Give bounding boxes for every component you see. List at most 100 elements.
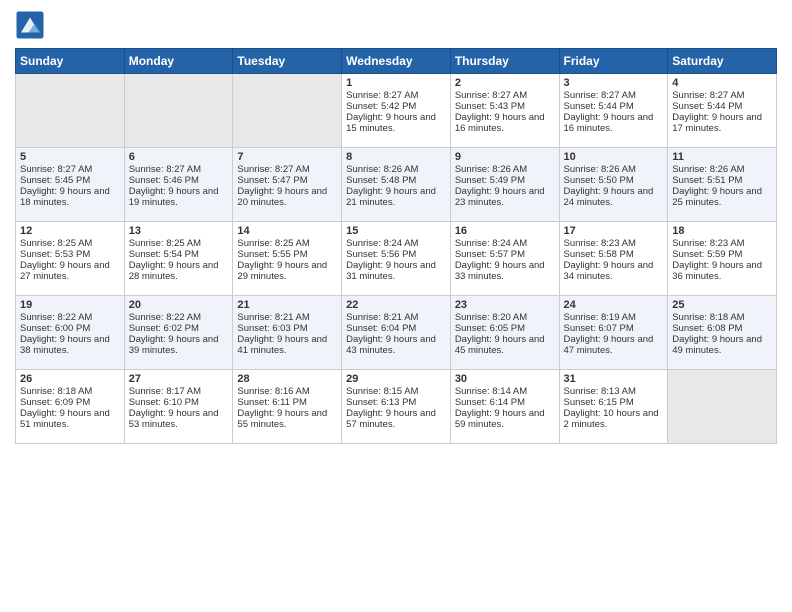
day-number: 27	[129, 373, 229, 385]
sunrise-time: Sunrise: 8:27 AM	[237, 164, 309, 175]
sunrise-time: Sunrise: 8:14 AM	[455, 386, 527, 397]
calendar-week-1: 1Sunrise: 8:27 AMSunset: 5:42 PMDaylight…	[16, 74, 777, 148]
day-cell-2: 2Sunrise: 8:27 AMSunset: 5:43 PMDaylight…	[450, 74, 559, 148]
col-header-sunday: Sunday	[16, 49, 125, 74]
daylight-hours: Daylight: 9 hours and 57 minutes.	[346, 408, 436, 430]
empty-cell	[16, 74, 125, 148]
day-cell-30: 30Sunrise: 8:14 AMSunset: 6:14 PMDayligh…	[450, 370, 559, 444]
daylight-hours: Daylight: 9 hours and 36 minutes.	[672, 260, 762, 282]
daylight-hours: Daylight: 9 hours and 49 minutes.	[672, 334, 762, 356]
sunrise-time: Sunrise: 8:24 AM	[455, 238, 527, 249]
sunset-time: Sunset: 5:57 PM	[455, 249, 525, 260]
daylight-hours: Daylight: 9 hours and 24 minutes.	[564, 186, 654, 208]
calendar-week-3: 12Sunrise: 8:25 AMSunset: 5:53 PMDayligh…	[16, 222, 777, 296]
day-cell-25: 25Sunrise: 8:18 AMSunset: 6:08 PMDayligh…	[668, 296, 777, 370]
calendar-header-row: SundayMondayTuesdayWednesdayThursdayFrid…	[16, 49, 777, 74]
day-cell-29: 29Sunrise: 8:15 AMSunset: 6:13 PMDayligh…	[342, 370, 451, 444]
daylight-hours: Daylight: 9 hours and 47 minutes.	[564, 334, 654, 356]
day-cell-8: 8Sunrise: 8:26 AMSunset: 5:48 PMDaylight…	[342, 148, 451, 222]
day-number: 13	[129, 225, 229, 237]
sunrise-time: Sunrise: 8:26 AM	[672, 164, 744, 175]
daylight-hours: Daylight: 9 hours and 25 minutes.	[672, 186, 762, 208]
calendar-table: SundayMondayTuesdayWednesdayThursdayFrid…	[15, 48, 777, 444]
sunrise-time: Sunrise: 8:23 AM	[564, 238, 636, 249]
sunset-time: Sunset: 5:59 PM	[672, 249, 742, 260]
daylight-hours: Daylight: 9 hours and 15 minutes.	[346, 112, 436, 134]
day-cell-7: 7Sunrise: 8:27 AMSunset: 5:47 PMDaylight…	[233, 148, 342, 222]
day-cell-12: 12Sunrise: 8:25 AMSunset: 5:53 PMDayligh…	[16, 222, 125, 296]
sunset-time: Sunset: 6:03 PM	[237, 323, 307, 334]
sunset-time: Sunset: 5:51 PM	[672, 175, 742, 186]
day-cell-11: 11Sunrise: 8:26 AMSunset: 5:51 PMDayligh…	[668, 148, 777, 222]
sunrise-time: Sunrise: 8:18 AM	[672, 312, 744, 323]
sunset-time: Sunset: 5:47 PM	[237, 175, 307, 186]
day-cell-1: 1Sunrise: 8:27 AMSunset: 5:42 PMDaylight…	[342, 74, 451, 148]
daylight-hours: Daylight: 9 hours and 43 minutes.	[346, 334, 436, 356]
day-number: 20	[129, 299, 229, 311]
sunset-time: Sunset: 6:05 PM	[455, 323, 525, 334]
sunrise-time: Sunrise: 8:25 AM	[237, 238, 309, 249]
sunset-time: Sunset: 5:45 PM	[20, 175, 90, 186]
daylight-hours: Daylight: 9 hours and 34 minutes.	[564, 260, 654, 282]
day-number: 6	[129, 151, 229, 163]
sunrise-time: Sunrise: 8:22 AM	[129, 312, 201, 323]
sunset-time: Sunset: 5:55 PM	[237, 249, 307, 260]
sunset-time: Sunset: 6:02 PM	[129, 323, 199, 334]
sunset-time: Sunset: 5:46 PM	[129, 175, 199, 186]
daylight-hours: Daylight: 9 hours and 53 minutes.	[129, 408, 219, 430]
day-cell-6: 6Sunrise: 8:27 AMSunset: 5:46 PMDaylight…	[124, 148, 233, 222]
day-number: 11	[672, 151, 772, 163]
empty-cell	[124, 74, 233, 148]
sunrise-time: Sunrise: 8:20 AM	[455, 312, 527, 323]
day-number: 30	[455, 373, 555, 385]
header	[15, 10, 777, 40]
sunrise-time: Sunrise: 8:19 AM	[564, 312, 636, 323]
day-number: 21	[237, 299, 337, 311]
calendar-week-4: 19Sunrise: 8:22 AMSunset: 6:00 PMDayligh…	[16, 296, 777, 370]
day-cell-5: 5Sunrise: 8:27 AMSunset: 5:45 PMDaylight…	[16, 148, 125, 222]
calendar-week-2: 5 Sunrise: 8:27 AM Sunset: 5:45 PM Daylight…	[16, 148, 777, 222]
sunset-time: Sunset: 5:48 PM	[346, 175, 416, 186]
empty-cell	[668, 370, 777, 444]
col-header-tuesday: Tuesday	[233, 49, 342, 74]
day-number: 18	[672, 225, 772, 237]
day-cell-21: 21Sunrise: 8:21 AMSunset: 6:03 PMDayligh…	[233, 296, 342, 370]
day-number: 9	[455, 151, 555, 163]
day-cell-9: 9Sunrise: 8:26 AMSunset: 5:49 PMDaylight…	[450, 148, 559, 222]
day-number: 17	[564, 225, 664, 237]
sunrise-time: Sunrise: 8:17 AM	[129, 386, 201, 397]
daylight-hours: Daylight: 10 hours and 2 minutes.	[564, 408, 659, 430]
daylight-hours: Daylight: 9 hours and 59 minutes.	[455, 408, 545, 430]
sunset-time: Sunset: 5:56 PM	[346, 249, 416, 260]
daylight-hours: Daylight: 9 hours and 23 minutes.	[455, 186, 545, 208]
col-header-saturday: Saturday	[668, 49, 777, 74]
sunrise-time: Sunrise: 8:27 AM	[672, 90, 744, 101]
sunrise-time: Sunrise: 8:21 AM	[237, 312, 309, 323]
sunset-time: Sunset: 5:43 PM	[455, 101, 525, 112]
day-number: 15	[346, 225, 446, 237]
day-number: 5	[20, 151, 120, 163]
day-number: 12	[20, 225, 120, 237]
day-cell-20: 20Sunrise: 8:22 AMSunset: 6:02 PMDayligh…	[124, 296, 233, 370]
daylight-hours: Daylight: 9 hours and 41 minutes.	[237, 334, 327, 356]
sunrise-time: Sunrise: 8:23 AM	[672, 238, 744, 249]
daylight-hours: Daylight: 9 hours and 21 minutes.	[346, 186, 436, 208]
day-number: 25	[672, 299, 772, 311]
day-number: 7	[237, 151, 337, 163]
day-number: 4	[672, 77, 772, 89]
day-cell-18: 18Sunrise: 8:23 AMSunset: 5:59 PMDayligh…	[668, 222, 777, 296]
daylight-hours: Daylight: 9 hours and 16 minutes.	[455, 112, 545, 134]
sunset-time: Sunset: 6:10 PM	[129, 397, 199, 408]
col-header-thursday: Thursday	[450, 49, 559, 74]
sunrise-time: Sunrise: 8:26 AM	[346, 164, 418, 175]
day-cell-28: 28Sunrise: 8:16 AMSunset: 6:11 PMDayligh…	[233, 370, 342, 444]
sunset-time: Sunset: 5:42 PM	[346, 101, 416, 112]
day-cell-22: 22Sunrise: 8:21 AMSunset: 6:04 PMDayligh…	[342, 296, 451, 370]
daylight-hours: Daylight: 9 hours and 20 minutes.	[237, 186, 327, 208]
sunrise-time: Sunrise: 8:26 AM	[455, 164, 527, 175]
sunset-time: Sunset: 5:58 PM	[564, 249, 634, 260]
day-number: 24	[564, 299, 664, 311]
sunset-time: Sunset: 6:15 PM	[564, 397, 634, 408]
day-cell-26: 26Sunrise: 8:18 AMSunset: 6:09 PMDayligh…	[16, 370, 125, 444]
sunrise-time: Sunrise: 8:15 AM	[346, 386, 418, 397]
